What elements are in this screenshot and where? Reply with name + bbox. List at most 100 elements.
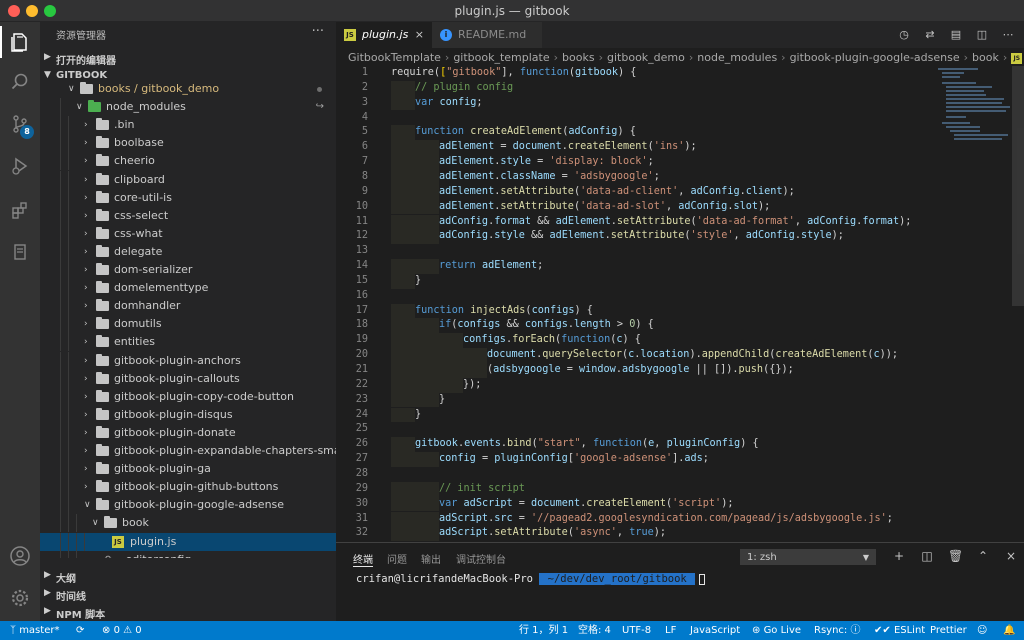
- open-preview-icon[interactable]: ▤: [948, 27, 964, 43]
- breadcrumb-item[interactable]: gitbook_demo: [607, 51, 685, 64]
- notifications-bell-icon[interactable]: 🔔: [1003, 621, 1015, 640]
- trash-icon[interactable]: 🗑: [948, 548, 963, 564]
- tab-problems[interactable]: 问题: [387, 551, 407, 566]
- tree-item[interactable]: › gitbook-plugin-copy-code-button: [40, 387, 336, 406]
- tree-item[interactable]: ∨ book: [40, 514, 336, 533]
- tree-item[interactable]: › domutils: [40, 315, 336, 334]
- tree-item[interactable]: › core-util-is: [40, 188, 336, 207]
- more-actions-button[interactable]: ···: [312, 24, 324, 39]
- cursor-position[interactable]: 行 1，列 1: [519, 621, 568, 640]
- breadcrumb-item[interactable]: book: [972, 51, 999, 64]
- tree-item[interactable]: › gitbook-plugin-ga: [40, 460, 336, 479]
- eslint-status[interactable]: ✔✔ ESLint: [874, 621, 925, 640]
- tree-item[interactable]: ⚙ .editorconfig: [40, 550, 336, 558]
- npm-scripts-section[interactable]: ▶ NPM 脚本: [40, 603, 336, 621]
- maximize-panel-icon[interactable]: ⌃: [976, 548, 990, 564]
- chevron-right-icon: ›: [963, 51, 969, 64]
- compare-changes-icon[interactable]: ⇄: [922, 27, 938, 43]
- tree-item[interactable]: › css-what: [40, 224, 336, 243]
- account-icon[interactable]: [8, 544, 32, 568]
- tree-item[interactable]: › domhandler: [40, 297, 336, 316]
- tree-item[interactable]: › gitbook-plugin-anchors: [40, 351, 336, 370]
- split-editor-icon[interactable]: ◫: [974, 27, 990, 43]
- end-of-line[interactable]: LF: [665, 621, 676, 640]
- tree-item[interactable]: › gitbook-plugin-github-buttons: [40, 478, 336, 497]
- indent-guide: [415, 481, 439, 497]
- scrollbar-thumb[interactable]: [1012, 66, 1024, 306]
- encoding[interactable]: UTF-8: [622, 621, 651, 640]
- line-number: 13: [355, 245, 368, 257]
- feedback-icon[interactable]: ☺: [977, 621, 987, 640]
- breadcrumb-item[interactable]: gitbook_template: [453, 51, 549, 64]
- tree-item[interactable]: › cheerio: [40, 152, 336, 171]
- tree-item[interactable]: › gitbook-plugin-expandable-chapters-smal…: [40, 442, 336, 460]
- remote-explorer-icon[interactable]: [8, 240, 32, 264]
- code-text: gitbook.events.bind("start", function(e,…: [415, 438, 759, 450]
- tree-item[interactable]: › clipboard: [40, 170, 336, 189]
- error-icon: ⊗: [102, 625, 114, 636]
- tree-item[interactable]: › domelementtype: [40, 279, 336, 298]
- close-tab-icon[interactable]: ×: [415, 22, 424, 48]
- new-terminal-icon[interactable]: +: [892, 548, 906, 564]
- line-number: 7: [361, 156, 368, 168]
- tree-item[interactable]: JS plugin.js: [40, 532, 336, 551]
- go-live-status[interactable]: ⊛ Go Live: [752, 621, 801, 640]
- tab-terminal[interactable]: 终端: [353, 551, 373, 567]
- indent-guide: [391, 496, 415, 512]
- code-editor[interactable]: 1 require(["gitbook"], function(gitbook) …: [336, 66, 936, 542]
- prettier-status[interactable]: Prettier: [930, 621, 967, 640]
- outline-section[interactable]: ▶ 大纲: [40, 567, 336, 585]
- tree-item[interactable]: ∨ gitbook-plugin-google-adsense: [40, 496, 336, 515]
- tab-output[interactable]: 输出: [421, 551, 441, 566]
- terminal-select[interactable]: 1: zsh ▼: [740, 549, 876, 565]
- language-mode[interactable]: JavaScript: [690, 621, 740, 640]
- settings-gear-icon[interactable]: [8, 586, 32, 610]
- tree-item[interactable]: › gitbook-plugin-donate: [40, 423, 336, 442]
- tree-item[interactable]: › .bin: [40, 116, 336, 135]
- tree-item[interactable]: ∨ books / gitbook_demo: [40, 80, 336, 98]
- branch-status[interactable]: ᛉ master*: [10, 621, 59, 640]
- open-editors-section[interactable]: ▶ 打开的编辑器: [40, 49, 336, 67]
- problems-status[interactable]: ⊗ 0 ⚠ 0: [102, 621, 142, 640]
- search-icon[interactable]: [8, 70, 32, 94]
- code-line: 21 (adsbygoogle = window.adsbygoogle || […: [336, 363, 936, 378]
- tree-item[interactable]: › dom-serializer: [40, 261, 336, 279]
- timeline-section[interactable]: ▶ 时间线: [40, 585, 336, 603]
- tree-item[interactable]: › gitbook-plugin-callouts: [40, 369, 336, 388]
- timeline-history-icon[interactable]: ◷: [896, 27, 912, 43]
- tab-readme-md[interactable]: i README.md: [432, 22, 542, 48]
- tree-item[interactable]: › gitbook-plugin-disqus: [40, 405, 336, 424]
- breadcrumb-item[interactable]: GitbookTemplate: [348, 51, 441, 64]
- more-actions-icon[interactable]: ⋯: [1000, 27, 1016, 43]
- code-line: 26 gitbook.events.bind("start", function(…: [336, 437, 936, 453]
- warning-count: 0: [135, 625, 142, 636]
- breadcrumb-item[interactable]: books: [562, 51, 595, 64]
- indent-guide: [415, 259, 439, 274]
- chevron-right-icon: ▶: [44, 52, 51, 62]
- run-debug-icon[interactable]: [8, 154, 32, 178]
- sync-icon[interactable]: ⟳: [76, 621, 84, 640]
- explorer-icon[interactable]: [8, 30, 32, 54]
- code-line: 8 adElement.className = 'adsbygoogle';: [336, 169, 936, 185]
- tree-item[interactable]: › delegate: [40, 242, 336, 261]
- tree-item[interactable]: ∨ node_modules ↪: [40, 98, 336, 117]
- line-number: 18: [355, 319, 368, 331]
- editor-scrollbar[interactable]: [1012, 66, 1024, 542]
- tree-item[interactable]: › css-select: [40, 206, 336, 225]
- split-terminal-icon[interactable]: ◫: [920, 548, 934, 564]
- minimap[interactable]: [936, 66, 1010, 146]
- indentation[interactable]: 空格: 4: [578, 621, 611, 640]
- tab-debug-console[interactable]: 调试控制台: [456, 551, 506, 566]
- close-panel-icon[interactable]: ×: [1004, 548, 1018, 564]
- line-number: 11: [355, 215, 368, 227]
- line-number: 21: [355, 364, 368, 375]
- breadcrumb-item[interactable]: node_modules: [697, 51, 777, 64]
- code-line: 19 configs.forEach(function(c) {: [336, 333, 936, 349]
- extensions-icon[interactable]: [8, 198, 32, 222]
- breadcrumb-item[interactable]: gitbook-plugin-google-adsense: [790, 51, 960, 64]
- rsync-status[interactable]: Rsync: ⓘ: [814, 621, 860, 640]
- tree-item[interactable]: › entities: [40, 333, 336, 352]
- terminal-prompt-line[interactable]: crifan@licrifandeMacBook-Pro ~/dev/dev_r…: [356, 573, 706, 585]
- tab-plugin-js[interactable]: JS plugin.js ×: [336, 22, 432, 48]
- tree-item[interactable]: › boolbase: [40, 134, 336, 153]
